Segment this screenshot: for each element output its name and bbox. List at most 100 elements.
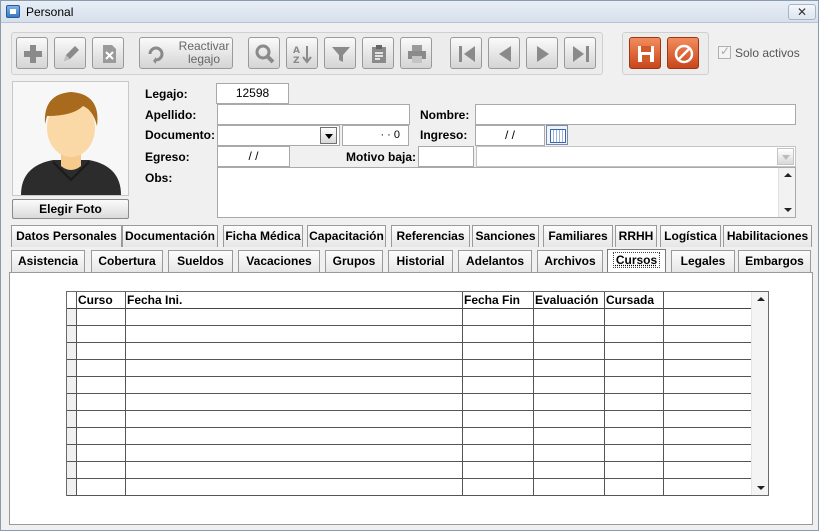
table-cell[interactable] (77, 343, 126, 359)
documento-dropdown-icon[interactable] (320, 127, 337, 144)
table-cell[interactable] (77, 428, 126, 444)
obs-textarea[interactable] (217, 167, 796, 218)
table-cell[interactable] (534, 428, 605, 444)
table-cell[interactable] (463, 445, 534, 461)
egreso-field[interactable]: / / (217, 146, 290, 167)
row-selector[interactable] (67, 394, 77, 410)
scroll-down-icon[interactable] (784, 208, 792, 212)
table-cell[interactable] (605, 479, 664, 495)
table-cell[interactable] (605, 343, 664, 359)
tab-adelantos[interactable]: Adelantos (458, 250, 532, 272)
table-row[interactable] (67, 462, 751, 479)
row-selector[interactable] (67, 479, 77, 495)
search-button[interactable] (248, 37, 280, 69)
table-cell[interactable] (605, 411, 664, 427)
add-button[interactable] (16, 37, 48, 69)
obs-scrollbar[interactable] (778, 168, 795, 217)
row-selector[interactable] (67, 343, 77, 359)
table-cell[interactable] (77, 326, 126, 342)
row-selector[interactable] (67, 360, 77, 376)
table-row[interactable] (67, 428, 751, 445)
table-cell[interactable] (126, 462, 463, 478)
row-selector[interactable] (67, 377, 77, 393)
table-cell[interactable] (605, 462, 664, 478)
tab-familiares[interactable]: Familiares (543, 225, 613, 247)
table-cell[interactable] (534, 479, 605, 495)
documento-number-field[interactable]: · · 0 (342, 125, 409, 146)
table-cell[interactable] (534, 309, 605, 325)
report-button[interactable] (362, 37, 394, 69)
table-cell[interactable] (77, 360, 126, 376)
row-selector[interactable] (67, 309, 77, 325)
table-cell[interactable] (605, 360, 664, 376)
table-cell[interactable] (534, 462, 605, 478)
table-cell[interactable] (463, 377, 534, 393)
row-selector[interactable] (67, 445, 77, 461)
table-row[interactable] (67, 360, 751, 377)
table-cell[interactable] (77, 445, 126, 461)
table-row[interactable] (67, 326, 751, 343)
filter-button[interactable] (324, 37, 356, 69)
table-cell[interactable] (463, 428, 534, 444)
table-cell[interactable] (126, 360, 463, 376)
column-header-fecha-ini-[interactable]: Fecha Ini. (126, 292, 463, 309)
tab-logistica[interactable]: Logística (660, 225, 721, 247)
solo-activos-checkbox[interactable] (718, 44, 731, 59)
table-cell[interactable] (463, 309, 534, 325)
tab-sanciones[interactable]: Sanciones (472, 225, 539, 247)
table-cell[interactable] (605, 445, 664, 461)
tab-grupos[interactable]: Grupos (325, 250, 383, 272)
table-cell[interactable] (534, 360, 605, 376)
scroll-up-icon[interactable] (757, 297, 765, 301)
table-cell[interactable] (534, 411, 605, 427)
table-cell[interactable] (463, 479, 534, 495)
table-cell[interactable] (463, 360, 534, 376)
scroll-up-icon[interactable] (784, 173, 792, 177)
nombre-field[interactable] (475, 104, 796, 125)
table-row[interactable] (67, 411, 751, 428)
table-cell[interactable] (126, 445, 463, 461)
table-cell[interactable] (126, 428, 463, 444)
table-cell[interactable] (77, 309, 126, 325)
reactivar-legajo-button[interactable]: Reactivar legajo (139, 37, 233, 69)
table-row[interactable] (67, 309, 751, 326)
tab-datos-personales[interactable]: Datos Personales (11, 225, 122, 247)
apellido-field[interactable] (217, 104, 410, 125)
last-record-button[interactable] (564, 37, 596, 69)
cancel-button[interactable] (667, 37, 699, 69)
tab-capacitacion[interactable]: Capacitación (307, 225, 386, 247)
row-selector[interactable] (67, 462, 77, 478)
grid-selector-header[interactable] (67, 292, 77, 309)
table-cell[interactable] (534, 343, 605, 359)
save-button[interactable] (629, 37, 661, 69)
ingreso-field[interactable]: / / (475, 125, 545, 146)
tab-legales[interactable]: Legales (671, 250, 735, 272)
tab-vacaciones[interactable]: Vacaciones (238, 250, 320, 272)
table-cell[interactable] (126, 394, 463, 410)
tab-rrhh[interactable]: RRHH (615, 225, 657, 247)
table-cell[interactable] (126, 411, 463, 427)
tab-documentacion[interactable]: Documentación (122, 225, 218, 247)
table-row[interactable] (67, 377, 751, 394)
table-cell[interactable] (463, 462, 534, 478)
print-button[interactable] (400, 37, 432, 69)
table-cell[interactable] (534, 445, 605, 461)
table-cell[interactable] (126, 309, 463, 325)
table-cell[interactable] (463, 394, 534, 410)
table-cell[interactable] (77, 479, 126, 495)
table-cell[interactable] (77, 462, 126, 478)
table-cell[interactable] (605, 326, 664, 342)
grid-scrollbar[interactable] (751, 292, 768, 495)
table-cell[interactable] (77, 411, 126, 427)
table-cell[interactable] (126, 326, 463, 342)
tab-cursos[interactable]: Cursos (607, 249, 666, 272)
tab-embargos[interactable]: Embargos (738, 250, 811, 272)
table-cell[interactable] (126, 377, 463, 393)
first-record-button[interactable] (450, 37, 482, 69)
tab-cobertura[interactable]: Cobertura (91, 250, 163, 272)
row-selector[interactable] (67, 411, 77, 427)
column-header-fecha-fin[interactable]: Fecha Fin (463, 292, 534, 309)
table-row[interactable] (67, 479, 751, 496)
tab-archivos[interactable]: Archivos (537, 250, 603, 272)
previous-record-button[interactable] (488, 37, 520, 69)
